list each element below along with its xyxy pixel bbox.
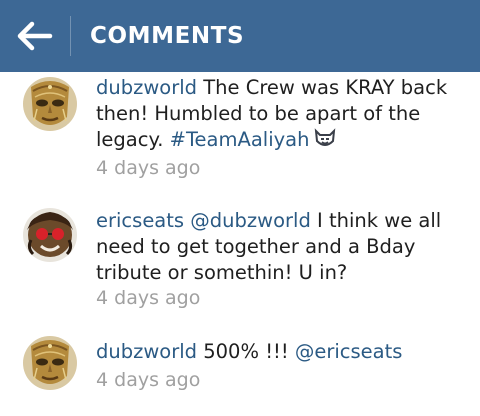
comment-text: ericseats @dubzworld I think we all need… — [96, 208, 466, 286]
comment-username[interactable]: ericseats — [96, 209, 184, 232]
comment-username[interactable]: dubzworld — [96, 76, 197, 99]
comment-text-before: 500% !!! — [197, 340, 295, 363]
comment-timestamp: 4 days ago — [96, 369, 201, 391]
mention-link[interactable]: @ericseats — [295, 340, 403, 363]
back-button[interactable] — [0, 0, 70, 72]
comments-screen: COMMENTS dubzworld The Crew was KRAY bac… — [0, 0, 480, 416]
page-title: COMMENTS — [90, 23, 245, 49]
avatar[interactable] — [23, 208, 77, 262]
hashtag-link[interactable]: #TeamAaliyah — [170, 128, 310, 151]
comment-timestamp: 4 days ago — [96, 287, 201, 309]
comment-list[interactable]: dubzworld The Crew was KRAY back then! H… — [0, 72, 480, 416]
header-bar: COMMENTS — [0, 0, 480, 72]
golden-mask-avatar-image — [23, 336, 77, 390]
golden-mask-avatar-image — [23, 77, 77, 131]
comment-timestamp: 4 days ago — [96, 157, 201, 179]
avatar[interactable] — [23, 336, 77, 390]
comment-text: dubzworld 500% !!! @ericseats — [96, 339, 466, 365]
header-divider — [70, 16, 71, 56]
party-face-emoji-icon — [313, 127, 337, 156]
red-glasses-avatar-image — [23, 208, 77, 262]
comment-username[interactable]: dubzworld — [96, 340, 197, 363]
comment-text: dubzworld The Crew was KRAY back then! H… — [96, 75, 466, 156]
back-arrow-icon — [17, 21, 53, 51]
mention-link[interactable]: @dubzworld — [190, 209, 311, 232]
avatar[interactable] — [23, 77, 77, 131]
